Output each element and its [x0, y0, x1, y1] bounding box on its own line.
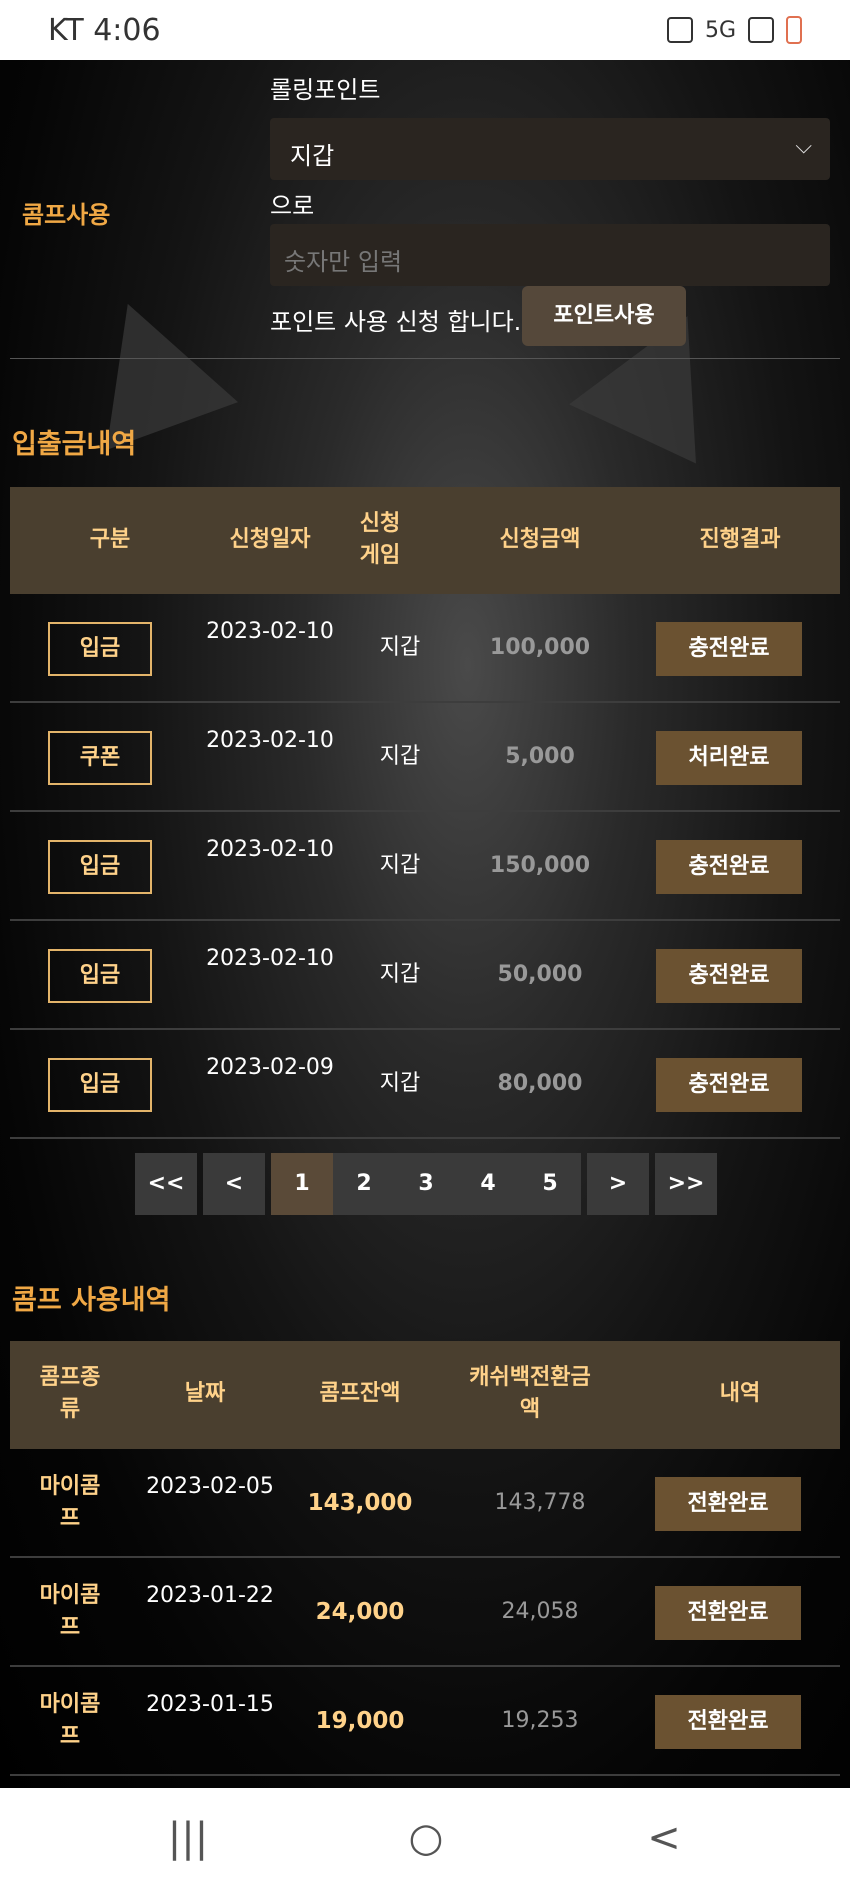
row-game: 지갑 — [379, 1071, 421, 1096]
page-last-button[interactable]: >> — [655, 1153, 717, 1215]
deposit-history-title: 입출금내역 — [12, 429, 137, 460]
page-5-button[interactable]: 5 — [519, 1153, 581, 1215]
row-date: 2023-02-10 — [206, 619, 334, 644]
row-date: 2023-02-05 — [146, 1474, 274, 1499]
table-row: 입금 2023-02-10 지갑 150,000 충전완료 — [10, 812, 840, 921]
header-result: 진행결과 — [699, 527, 781, 552]
battery-icon — [786, 16, 802, 44]
deposit-table-header: 구분 신청일자 신청게임 신청금액 진행결과 — [10, 487, 840, 594]
recent-apps-icon[interactable]: ||| — [158, 1808, 218, 1868]
rolling-point-label: 롤링포인트 — [270, 76, 381, 104]
row-balance: 143,000 — [307, 1490, 413, 1516]
header-date: 신청일자 — [229, 527, 311, 552]
page-prev-button[interactable]: < — [203, 1153, 265, 1215]
chevron-down-icon: ⌵ — [795, 134, 812, 159]
row-cashback: 143,778 — [494, 1490, 586, 1515]
row-game: 지갑 — [379, 853, 421, 878]
page-4-button[interactable]: 4 — [457, 1153, 519, 1215]
alarm-icon — [666, 17, 693, 43]
table-row: 마이콤프 2023-01-22 24,000 24,058 전환완료 — [10, 1558, 840, 1667]
status-bar: KT 4:06 5G — [0, 0, 850, 60]
detail-badge: 전환완료 — [655, 1586, 801, 1640]
type-badge: 쿠폰 — [48, 731, 152, 785]
page-1-button[interactable]: 1 — [271, 1153, 333, 1215]
request-text: 포인트 사용 신청 합니다. — [270, 308, 522, 336]
row-amount: 80,000 — [497, 1071, 583, 1096]
wallet-select[interactable]: 지갑 ⌵ — [270, 118, 830, 180]
header-cashback: 캐쉬백전환금액 — [469, 1365, 591, 1422]
comp-history-title: 콤프 사용내역 — [12, 1285, 171, 1316]
amount-input[interactable]: 숫자만 입력 — [270, 224, 830, 286]
type-badge: 입금 — [48, 949, 152, 1003]
row-cashback: 24,058 — [501, 1599, 579, 1624]
row-amount: 100,000 — [489, 635, 591, 660]
back-icon[interactable]: < — [634, 1808, 694, 1868]
result-badge: 충전완료 — [656, 840, 802, 894]
row-date: 2023-01-15 — [146, 1692, 274, 1717]
table-row: 입금 2023-02-09 지갑 80,000 충전완료 — [10, 1030, 840, 1139]
type-badge: 입금 — [48, 840, 152, 894]
table-row: 마이콤프 2023-01-15 19,000 19,253 전환완료 — [10, 1667, 840, 1776]
system-nav-bar: ||| ○ < — [0, 1788, 850, 1889]
row-kind: 마이콤프 — [39, 1583, 101, 1640]
detail-badge: 전환완료 — [655, 1477, 801, 1531]
page-2-button[interactable]: 2 — [333, 1153, 395, 1215]
row-balance: 19,000 — [315, 1708, 405, 1734]
header-game: 신청게임 — [359, 511, 401, 568]
row-date: 2023-02-10 — [206, 728, 334, 753]
result-badge: 충전완료 — [656, 1058, 802, 1112]
page-3-button[interactable]: 3 — [395, 1153, 457, 1215]
euro-label: 으로 — [270, 192, 315, 220]
row-date: 2023-02-09 — [206, 1055, 334, 1080]
type-badge: 입금 — [48, 1058, 152, 1112]
page-first-button[interactable]: << — [135, 1153, 197, 1215]
comp-use-label: 콤프사용 — [22, 201, 111, 229]
signal-icon — [748, 17, 774, 43]
detail-badge: 전환완료 — [655, 1695, 801, 1749]
network-label: 5G — [704, 17, 736, 43]
header-type: 구분 — [89, 527, 131, 552]
result-badge: 충전완료 — [656, 622, 802, 676]
row-kind: 마이콤프 — [39, 1692, 101, 1749]
point-use-button[interactable]: 포인트사용 — [522, 286, 686, 346]
result-badge: 충전완료 — [656, 949, 802, 1003]
amount-placeholder: 숫자만 입력 — [284, 248, 403, 276]
row-amount: 50,000 — [497, 962, 583, 987]
home-icon[interactable]: ○ — [396, 1808, 456, 1868]
row-game: 지갑 — [379, 744, 421, 769]
table-row: 쿠폰 2023-02-10 지갑 5,000 처리완료 — [10, 703, 840, 812]
wallet-select-value: 지갑 — [290, 142, 335, 170]
row-amount: 150,000 — [489, 853, 591, 878]
main-content: 콤프사용 롤링포인트 지갑 ⌵ 으로 숫자만 입력 포인트 사용 신청 합니다.… — [0, 60, 850, 1788]
header-detail: 내역 — [719, 1381, 761, 1406]
status-icons: 5G — [666, 16, 802, 44]
header-amount: 신청금액 — [499, 527, 581, 552]
row-date: 2023-02-10 — [206, 837, 334, 862]
type-badge: 입금 — [48, 622, 152, 676]
page-next-button[interactable]: > — [587, 1153, 649, 1215]
result-badge: 처리완료 — [656, 731, 802, 785]
table-row: 마이콤프 2023-02-05 143,000 143,778 전환완료 — [10, 1449, 840, 1558]
header-date: 날짜 — [184, 1381, 226, 1406]
comp-use-form: 콤프사용 롤링포인트 지갑 ⌵ 으로 숫자만 입력 포인트 사용 신청 합니다.… — [0, 60, 850, 358]
row-game: 지갑 — [379, 635, 421, 660]
row-kind: 마이콤프 — [39, 1474, 101, 1531]
carrier-time: KT 4:06 — [48, 12, 161, 48]
comp-table-header: 콤프종류 날짜 콤프잔액 캐쉬백전환금액 내역 — [10, 1341, 840, 1449]
row-cashback: 19,253 — [501, 1708, 579, 1733]
header-balance: 콤프잔액 — [319, 1381, 401, 1406]
row-date: 2023-02-10 — [206, 946, 334, 971]
row-game: 지갑 — [379, 962, 421, 987]
row-balance: 24,000 — [315, 1599, 405, 1625]
row-amount: 5,000 — [505, 744, 575, 769]
table-row: 입금 2023-02-10 지갑 100,000 충전완료 — [10, 594, 840, 703]
table-row: 입금 2023-02-10 지갑 50,000 충전완료 — [10, 921, 840, 1030]
divider — [10, 358, 840, 359]
header-kind: 콤프종류 — [39, 1365, 101, 1422]
row-date: 2023-01-22 — [146, 1583, 274, 1608]
